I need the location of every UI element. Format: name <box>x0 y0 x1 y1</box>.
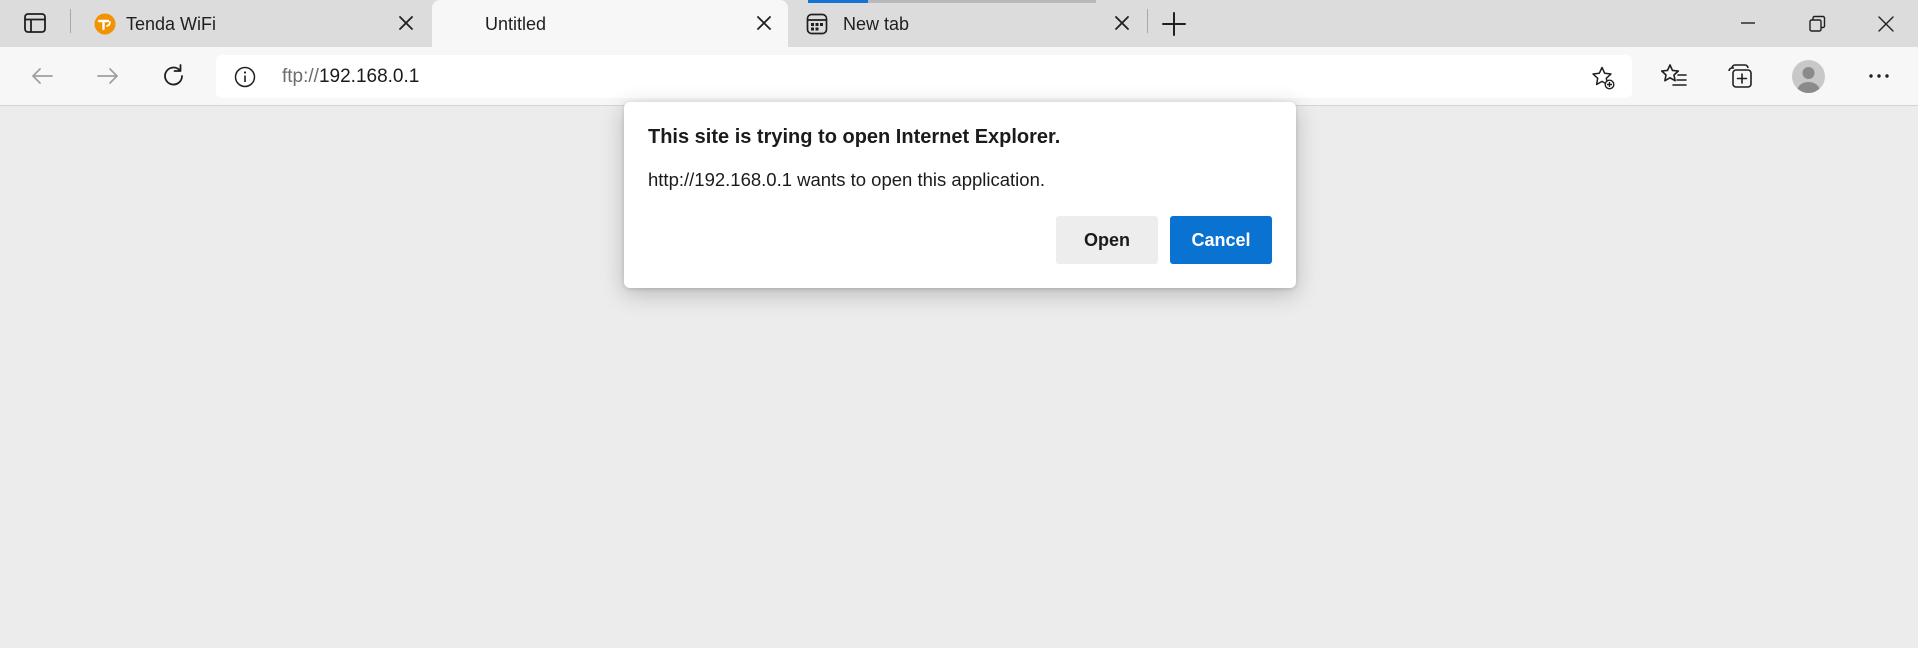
dialog-message: http://192.168.0.1 wants to open this ap… <box>648 169 1046 190</box>
tab-strip: Tenda WiFi Untitled New tab <box>0 0 1918 47</box>
tab-actions-button[interactable] <box>16 11 56 37</box>
profile-avatar[interactable] <box>1792 60 1825 93</box>
close-tab-icon[interactable] <box>1110 11 1134 35</box>
back-arrow-icon[interactable] <box>27 61 57 91</box>
tab-title: Untitled <box>485 14 547 34</box>
external-protocol-dialog: This site is trying to open Internet Exp… <box>624 102 1296 288</box>
tab-actions-icon <box>24 13 46 33</box>
new-tab-page-icon <box>806 13 828 35</box>
add-favorite-icon[interactable] <box>1590 65 1616 91</box>
refresh-icon[interactable] <box>159 61 189 91</box>
open-button[interactable]: Open <box>1056 216 1158 264</box>
minimize-icon[interactable] <box>1734 10 1762 38</box>
restore-icon[interactable] <box>1803 10 1831 38</box>
close-window-icon[interactable] <box>1872 10 1900 38</box>
url-host: 192.168.0.1 <box>318 66 420 87</box>
site-info-icon[interactable] <box>234 66 256 88</box>
tab-untitled[interactable]: Untitled <box>432 0 788 47</box>
tab-separator <box>1147 9 1148 33</box>
new-tab-plus-icon[interactable] <box>1160 10 1188 38</box>
tab-tenda-wifi[interactable]: Tenda WiFi <box>72 0 428 47</box>
collections-icon[interactable] <box>1725 61 1755 91</box>
close-tab-icon[interactable] <box>394 11 418 35</box>
dialog-title: This site is trying to open Internet Exp… <box>648 126 1061 148</box>
profile-person-icon <box>1797 67 1820 93</box>
tab-new-tab[interactable]: New tab <box>790 0 1146 47</box>
tab-title: New tab <box>843 14 910 34</box>
tenda-logo-icon <box>94 13 116 35</box>
url-scheme: ftp:// <box>282 66 319 87</box>
cancel-button[interactable]: Cancel <box>1170 216 1272 264</box>
forward-arrow-icon[interactable] <box>93 61 123 91</box>
browser-toolbar: ftp://192.168.0.1 <box>0 47 1918 106</box>
more-options-icon[interactable] <box>1864 61 1894 91</box>
url-text[interactable]: ftp://192.168.0.1 <box>282 66 419 88</box>
address-bar[interactable]: ftp://192.168.0.1 <box>216 55 1632 98</box>
close-tab-icon[interactable] <box>752 11 776 35</box>
tab-title: Tenda WiFi <box>126 14 217 34</box>
favorites-icon[interactable] <box>1659 61 1689 91</box>
tab-separator <box>70 9 71 33</box>
